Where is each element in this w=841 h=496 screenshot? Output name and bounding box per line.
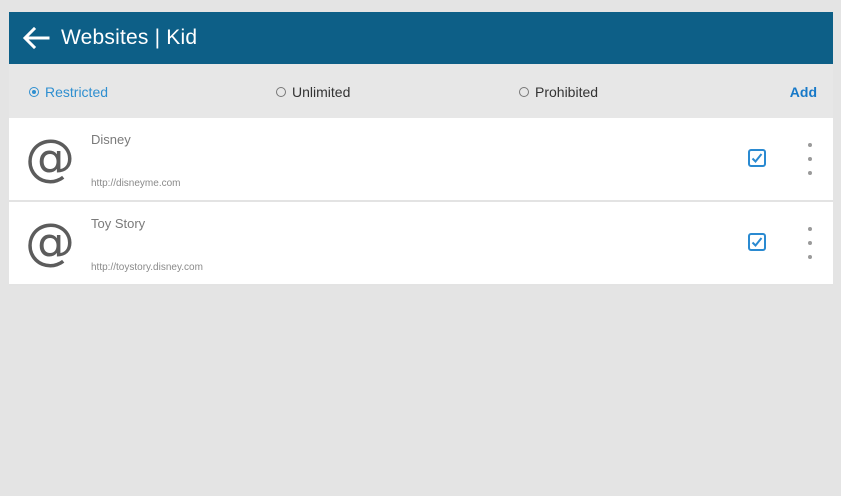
radio-indicator <box>29 87 39 97</box>
arrow-left-icon <box>22 27 50 49</box>
radio-label: Unlimited <box>292 84 351 100</box>
radio-label: Prohibited <box>535 84 599 100</box>
filter-bar: Restricted Unlimited Prohibited Add <box>9 64 833 118</box>
checkmark-icon <box>751 153 763 163</box>
list-item[interactable]: @ Disney http://disneyme.com <box>9 118 833 202</box>
website-url: http://toystory.disney.com <box>91 262 203 273</box>
checkmark-icon <box>751 237 763 247</box>
website-list: @ Disney http://disneyme.com @ Toy Story… <box>9 118 833 286</box>
at-icon: @ <box>25 213 75 271</box>
website-name: Toy Story <box>91 216 146 231</box>
app-bar: Websites | Kid <box>9 12 833 64</box>
radio-unlimited[interactable]: Unlimited <box>276 84 350 100</box>
at-icon: @ <box>25 129 75 187</box>
list-item[interactable]: @ Toy Story http://toystory.disney.com <box>9 202 833 286</box>
more-options-icon[interactable] <box>803 143 817 175</box>
website-checkbox[interactable] <box>748 233 766 251</box>
more-options-icon[interactable] <box>803 227 817 259</box>
add-button[interactable]: Add <box>790 84 817 100</box>
website-checkbox[interactable] <box>748 149 766 167</box>
website-url: http://disneyme.com <box>91 178 181 189</box>
radio-prohibited[interactable]: Prohibited <box>519 84 598 100</box>
page-title: Websites | Kid <box>61 26 198 49</box>
radio-indicator <box>519 87 529 97</box>
back-button[interactable] <box>19 23 53 53</box>
radio-restricted[interactable]: Restricted <box>29 84 108 100</box>
website-name: Disney <box>91 132 131 147</box>
radio-indicator <box>276 87 286 97</box>
radio-label: Restricted <box>45 84 109 100</box>
